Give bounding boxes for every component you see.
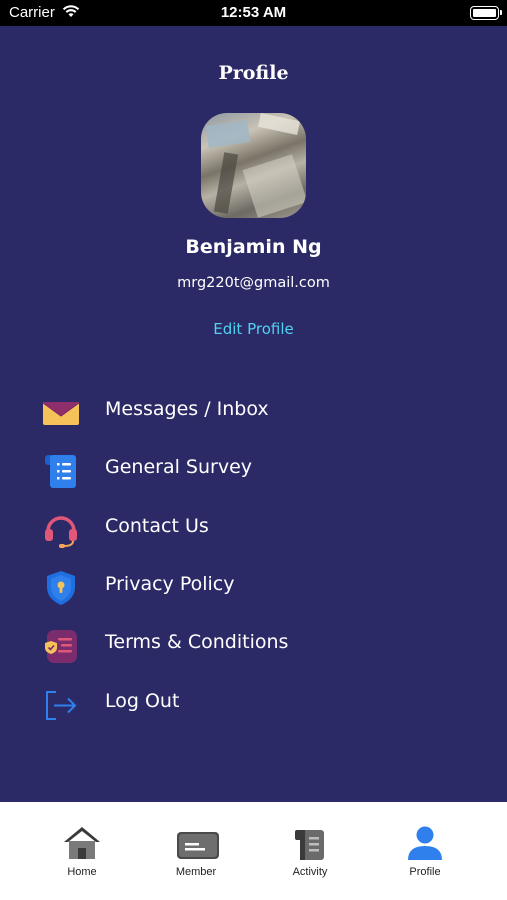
tab-label: Activity (292, 866, 328, 878)
tab-profile[interactable]: Profile (375, 822, 475, 886)
status-bar: Carrier 12:53 AM (0, 0, 507, 26)
tab-activity[interactable]: Activity (260, 822, 360, 886)
avatar[interactable] (201, 113, 306, 218)
menu-item-privacy-policy[interactable]: Privacy Policy (0, 563, 507, 611)
menu-item-label: Contact Us (105, 515, 209, 537)
menu-item-log-out[interactable]: Log Out (0, 680, 507, 728)
menu-item-terms-conditions[interactable]: Terms & Conditions (0, 621, 507, 669)
shield-lock-icon (42, 569, 80, 607)
menu-item-label: Privacy Policy (105, 573, 235, 595)
tab-label: Home (67, 866, 97, 878)
menu-item-contact-us[interactable]: Contact Us (0, 505, 507, 553)
menu-item-general-survey[interactable]: General Survey (0, 446, 507, 494)
tab-member[interactable]: Member (146, 822, 246, 886)
terms-icon (42, 627, 80, 665)
person-icon (406, 824, 444, 862)
activity-book-icon (291, 824, 329, 862)
battery-icon (470, 6, 502, 20)
user-email: mrg220t@gmail.com (177, 275, 330, 291)
menu-item-label: Log Out (105, 690, 180, 712)
member-card-icon (177, 824, 219, 862)
profile-screen: Profile Benjamin Ng mrg220t@gmail.com Ed… (0, 26, 507, 802)
menu-item-label: Terms & Conditions (105, 631, 289, 653)
house-icon (63, 824, 101, 862)
menu-item-messages-inbox[interactable]: Messages / Inbox (0, 388, 507, 436)
tab-label: Member (175, 866, 217, 878)
edit-profile-link[interactable]: Edit Profile (0, 320, 507, 338)
tab-label: Profile (409, 866, 441, 878)
user-name: Benjamin Ng (185, 236, 322, 258)
page-title: Profile (218, 62, 289, 84)
logout-icon (42, 686, 80, 724)
menu-item-label: Messages / Inbox (105, 398, 269, 420)
headset-icon (42, 511, 80, 549)
document-icon (42, 452, 80, 490)
status-time: 12:53 AM (220, 4, 287, 21)
tab-home[interactable]: Home (32, 822, 132, 886)
menu-item-label: General Survey (105, 456, 253, 478)
envelope-icon (42, 394, 80, 432)
tab-bar: Home Member Activity Profile (0, 802, 507, 900)
